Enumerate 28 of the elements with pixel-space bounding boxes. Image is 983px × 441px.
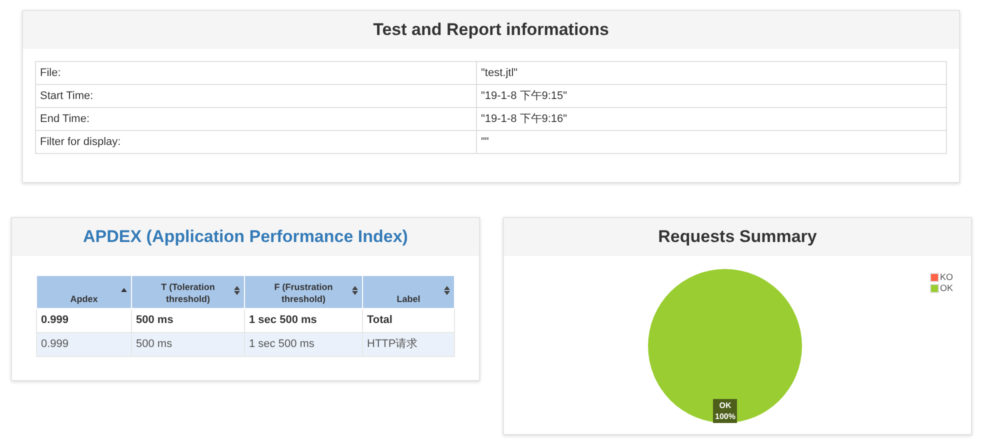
data-label: OK 100% <box>713 399 738 424</box>
column-header[interactable]: Apdex <box>36 276 132 308</box>
table-cell: File: <box>36 62 476 84</box>
panel-title: Requests Summary <box>658 226 817 248</box>
data-label: 100% <box>715 411 736 422</box>
table-cell: End Time: <box>36 108 476 130</box>
table-cell: "19-1-8 下午9:16" <box>476 108 946 130</box>
table-cell: 1 sec 500 ms <box>244 332 362 356</box>
sort-icon <box>352 286 358 295</box>
legend-label: OK <box>940 283 954 293</box>
table-cell: HTTP请求 <box>362 332 454 356</box>
table-cell: "19-1-8 下午9:15" <box>476 84 946 108</box>
column-header[interactable]: F (Frustration threshold) <box>244 276 362 308</box>
table-cell: 0.999 <box>36 332 132 356</box>
slice-label: OK <box>718 400 732 412</box>
panel-title: Test and Report informations <box>373 19 609 42</box>
table-cell: "test.jtl" <box>476 62 946 84</box>
table-cell: 500 ms <box>132 332 244 356</box>
table-cell: Filter for display: <box>36 130 476 154</box>
table-cell: "" <box>476 130 946 154</box>
column-header[interactable]: T (Toleration threshold) <box>132 276 244 308</box>
panel-title: APDEX (Application Performance Index) <box>83 226 408 248</box>
sort-icon <box>234 286 240 295</box>
sort-icon <box>444 286 450 295</box>
column-header[interactable]: Label <box>362 276 454 308</box>
sort-ascending-icon <box>121 288 127 292</box>
table-cell: Start Time: <box>36 84 476 108</box>
legend-label: KO <box>940 272 954 282</box>
